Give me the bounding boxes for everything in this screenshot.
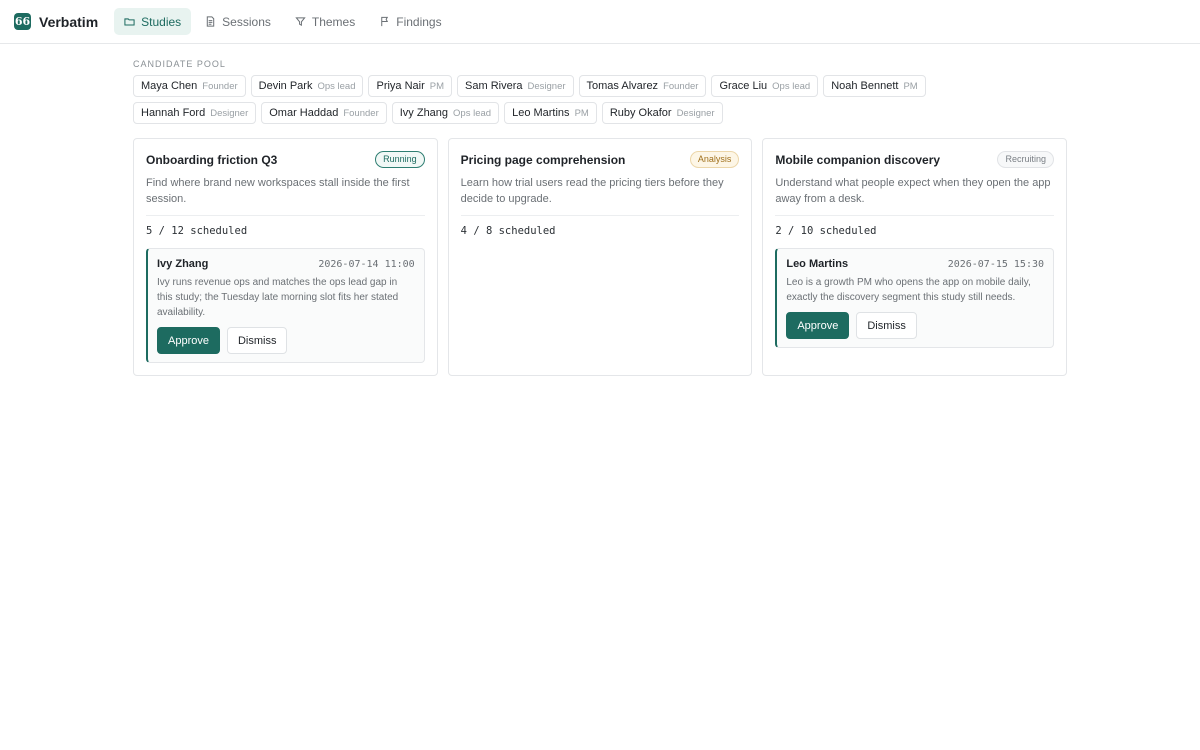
candidate-role: Designer — [210, 108, 249, 119]
suggestion-reason: Ivy runs revenue ops and matches the ops… — [157, 277, 399, 318]
candidate-chip[interactable]: Noah Bennett PM — [823, 75, 926, 97]
candidate-name: Ivy Zhang — [399, 107, 449, 119]
candidate-role: Founder — [202, 81, 238, 92]
scheduled-count: 5 / 12 scheduled — [146, 225, 248, 237]
tab-label: Themes — [311, 14, 356, 29]
top-bar: 66 Verbatim Studies Sessions Themes Find… — [0, 0, 1200, 44]
scheduled-count: 2 / 10 scheduled — [775, 225, 877, 237]
candidate-role: Ops lead — [317, 81, 356, 92]
study-cards: Onboarding friction Q3 Running Find wher… — [133, 138, 1068, 376]
candidate-chip[interactable]: Sam Rivera Designer — [457, 75, 574, 97]
flag-icon — [381, 16, 389, 27]
folder-icon — [124, 18, 135, 26]
study-card-pricing: Pricing page comprehension Analysis Lear… — [447, 138, 753, 376]
suggested-candidate-name: Leo Martins — [786, 258, 849, 270]
candidate-chip[interactable]: Grace Liu Ops lead — [711, 75, 819, 97]
study-title[interactable]: Onboarding friction Q3 — [146, 153, 277, 167]
study-card-mobile: Mobile companion discovery Recruiting Un… — [762, 138, 1068, 376]
scheduled-count: 4 / 8 scheduled — [460, 225, 556, 237]
candidate-role: Founder — [343, 108, 379, 119]
quote-logo-icon: 66 — [14, 13, 31, 30]
candidate-chip[interactable]: Devin Park Ops lead — [250, 75, 364, 97]
candidate-role: Ops lead — [453, 108, 492, 119]
suggestion-reason: Leo is a growth PM who opens the app on … — [786, 277, 1031, 303]
card-header: Pricing page comprehension Analysis — [461, 151, 740, 168]
candidate-name: Noah Bennett — [831, 80, 899, 92]
candidate-role: Designer — [676, 108, 715, 119]
suggested-time: 2026-07-15 15:30 — [947, 259, 1045, 270]
candidate-chip[interactable]: Omar Haddad Founder — [261, 102, 387, 124]
suggested-candidate-name: Ivy Zhang — [157, 258, 209, 270]
suggestion-actions: Approve Dismiss — [786, 312, 1044, 339]
candidate-name: Devin Park — [258, 80, 313, 92]
tab-label: Findings — [396, 14, 442, 29]
candidate-name: Maya Chen — [141, 80, 198, 92]
tab-label: Studies — [141, 14, 182, 29]
approve-button[interactable]: Approve — [157, 327, 220, 354]
suggested-session: Ivy Zhang 2026-07-14 11:00 Ivy runs reve… — [146, 248, 425, 363]
status-badge: Running — [375, 151, 425, 168]
dismiss-button[interactable]: Dismiss — [856, 312, 917, 339]
candidate-chip[interactable]: Maya Chen Founder — [133, 75, 246, 97]
candidate-role: Designer — [527, 81, 566, 92]
candidate-chip[interactable]: Ivy Zhang Ops lead — [391, 102, 500, 124]
status-badge: Recruiting — [997, 151, 1055, 168]
tab-sessions[interactable]: Sessions — [195, 8, 281, 35]
candidate-pool: Maya Chen Founder Devin Park Ops lead Priy… — [133, 75, 1033, 124]
candidate-chip[interactable]: Priya Nair PM — [368, 75, 453, 97]
candidate-name: Sam Rivera — [465, 80, 523, 92]
candidate-name: Omar Haddad — [269, 107, 339, 119]
candidate-name: Tomas Alvarez — [586, 80, 659, 92]
main-content: CANDIDATE POOL Maya Chen Founder Devin Pa… — [0, 44, 1200, 376]
candidate-role: PM — [903, 81, 918, 92]
candidate-chip[interactable]: Leo Martins PM — [504, 102, 597, 124]
suggestion-header: Ivy Zhang 2026-07-14 11:00 — [157, 258, 415, 270]
brand[interactable]: 66 Verbatim — [14, 13, 98, 30]
study-title[interactable]: Pricing page comprehension — [461, 153, 626, 167]
candidate-role: Ops lead — [772, 81, 811, 92]
candidate-name: Leo Martins — [512, 107, 570, 119]
filter-icon — [295, 17, 306, 26]
candidate-name: Hannah Ford — [141, 107, 206, 119]
tab-themes[interactable]: Themes — [285, 8, 365, 35]
suggested-session: Leo Martins 2026-07-15 15:30 Leo is a gr… — [775, 248, 1055, 348]
candidate-chip[interactable]: Tomas Alvarez Founder — [578, 75, 707, 97]
candidate-pool-label: CANDIDATE POOL — [133, 59, 226, 69]
candidate-chip[interactable]: Hannah Ford Designer — [133, 102, 257, 124]
suggested-time: 2026-07-14 11:00 — [318, 259, 415, 270]
study-description: Understand what people expect when they … — [775, 175, 1055, 216]
candidate-role: Founder — [663, 81, 699, 92]
tab-findings[interactable]: Findings — [369, 8, 451, 35]
candidate-chip[interactable]: Ruby Okafor Designer — [601, 102, 723, 124]
approve-button[interactable]: Approve — [786, 312, 850, 339]
candidate-role: PM — [574, 108, 589, 119]
main-nav: Studies Sessions Themes Findings — [114, 8, 451, 35]
study-card-onboarding: Onboarding friction Q3 Running Find wher… — [133, 138, 438, 376]
study-title[interactable]: Mobile companion discovery — [775, 153, 940, 167]
tab-studies[interactable]: Studies — [114, 8, 192, 35]
dismiss-button[interactable]: Dismiss — [226, 327, 288, 354]
app-name: Verbatim — [39, 13, 99, 30]
tab-label: Sessions — [222, 14, 271, 29]
candidate-name: Grace Liu — [719, 80, 768, 92]
suggestion-header: Leo Martins 2026-07-15 15:30 — [786, 258, 1044, 270]
study-description: Learn how trial users read the pricing t… — [460, 175, 740, 216]
card-header: Onboarding friction Q3 Running — [146, 151, 425, 168]
candidate-name: Priya Nair — [376, 80, 425, 92]
suggestion-actions: Approve Dismiss — [157, 327, 415, 354]
document-icon — [206, 16, 215, 27]
candidate-name: Ruby Okafor — [609, 107, 672, 119]
card-header: Mobile companion discovery Recruiting — [775, 151, 1055, 168]
candidate-role: PM — [429, 81, 445, 92]
status-badge: Analysis — [689, 151, 740, 168]
study-description: Find where brand new workspaces stall in… — [146, 175, 425, 216]
